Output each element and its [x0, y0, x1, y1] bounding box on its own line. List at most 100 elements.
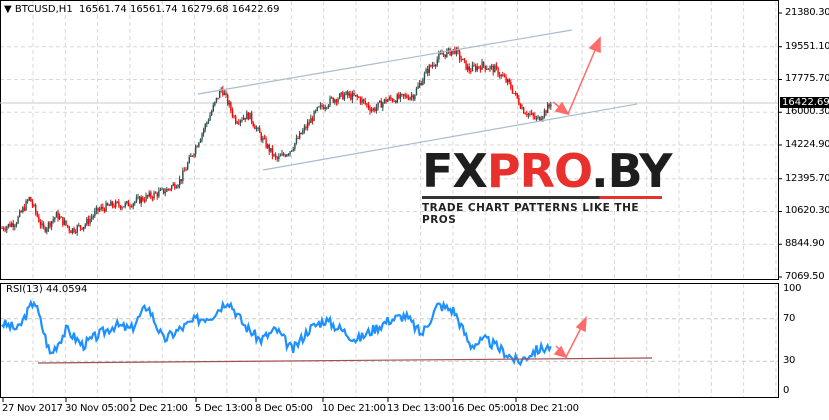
price-tick-label: 14224.90 — [785, 139, 829, 150]
candle-body — [299, 132, 301, 139]
candle-body — [515, 93, 517, 95]
candle-body — [363, 99, 365, 101]
candle-body — [427, 69, 429, 74]
candle-body — [385, 99, 387, 102]
candle-body — [73, 228, 75, 233]
candle-body — [364, 100, 366, 104]
candle-body — [342, 92, 344, 100]
candle-body — [166, 188, 168, 192]
candle-body — [198, 142, 200, 147]
candle-body — [164, 191, 166, 194]
candle-body — [107, 203, 109, 206]
time-tick-label: 16 Dec 05:00 — [452, 403, 516, 414]
candle-body — [286, 154, 288, 157]
candle-body — [545, 110, 547, 113]
candle-body — [484, 65, 486, 70]
candle-body — [439, 53, 442, 55]
candle-body — [31, 201, 34, 206]
candle-body — [97, 207, 99, 211]
price-tick-label: 8844.90 — [785, 238, 825, 250]
candle-body — [207, 120, 210, 123]
candle-body — [262, 138, 264, 141]
candle-body — [404, 95, 406, 97]
candle-body — [380, 100, 382, 108]
candle-body — [140, 197, 142, 204]
candle-body — [396, 94, 398, 103]
candle-body — [169, 189, 171, 191]
candle-body — [518, 98, 520, 105]
candle-body — [369, 108, 371, 112]
candle-body — [131, 206, 133, 208]
candle-body — [185, 169, 187, 171]
candle-body — [270, 148, 272, 152]
candle-body — [278, 156, 280, 159]
candle-body — [44, 227, 46, 232]
forecast-arrow-rsi — [553, 316, 587, 359]
candle-body — [188, 156, 190, 164]
candle-body — [291, 150, 293, 152]
candle-body — [214, 101, 216, 106]
channel-upper-line[interactable] — [197, 29, 573, 95]
candle-body — [491, 65, 493, 67]
candle-body — [513, 93, 515, 95]
candle-body — [211, 111, 213, 116]
open-value: 16561.74 — [79, 4, 127, 15]
symbol-label: BTCUSD,H1 — [14, 4, 73, 15]
candle-body — [94, 211, 96, 217]
candle-body — [499, 75, 501, 77]
rsi-support-line[interactable] — [37, 357, 653, 364]
candle-body — [54, 217, 56, 220]
candle-body — [467, 66, 469, 70]
candle-body — [134, 201, 136, 204]
time-tick-label: 2 Dec 21:00 — [130, 403, 188, 414]
candle-body — [25, 200, 27, 211]
rsi-panel-border — [0, 283, 779, 398]
candle-body — [267, 144, 269, 148]
candle-body — [390, 97, 392, 99]
candle-body — [87, 218, 90, 224]
candle-body — [319, 105, 322, 107]
candle-body — [4, 229, 6, 231]
candle-body — [539, 116, 541, 121]
candle-body — [459, 51, 461, 60]
candle-body — [303, 126, 306, 131]
candle-body — [335, 99, 338, 103]
candle-body — [259, 127, 261, 134]
candle-body — [6, 226, 8, 231]
candle-body — [305, 126, 307, 129]
candle-body — [265, 138, 267, 148]
candle-body — [217, 97, 219, 99]
candle-body — [155, 192, 157, 194]
candle-body — [219, 90, 221, 99]
candle-body — [542, 116, 544, 120]
candle-body — [203, 129, 205, 134]
candle-body — [190, 155, 192, 157]
candle-body — [451, 51, 453, 56]
dropdown-icon[interactable]: ▼ — [4, 4, 12, 15]
candle-body — [238, 122, 240, 124]
candle-body — [27, 200, 29, 202]
candle-body — [527, 113, 530, 116]
candle-body — [532, 113, 534, 116]
candle-body — [489, 66, 491, 69]
candle-body — [377, 102, 379, 108]
candle-body — [95, 207, 98, 212]
price-tick-label: 7069.50 — [785, 271, 825, 282]
candle-body — [239, 120, 242, 123]
candle-body — [340, 92, 342, 94]
candle-body — [361, 99, 363, 103]
chart-canvas[interactable] — [0, 0, 829, 420]
candle-body — [251, 112, 253, 123]
candle-body — [196, 146, 198, 148]
candle-body — [297, 138, 299, 140]
time-tick-label: 5 Dec 13:00 — [195, 403, 253, 414]
candle-body — [51, 221, 53, 227]
candle-body — [473, 65, 475, 67]
candle-body — [431, 65, 434, 67]
candle-body — [502, 74, 504, 77]
candle-body — [254, 125, 256, 130]
candle-body — [329, 97, 331, 106]
candle-body — [331, 97, 333, 99]
candle-body — [419, 83, 421, 86]
candle-body — [438, 53, 440, 60]
